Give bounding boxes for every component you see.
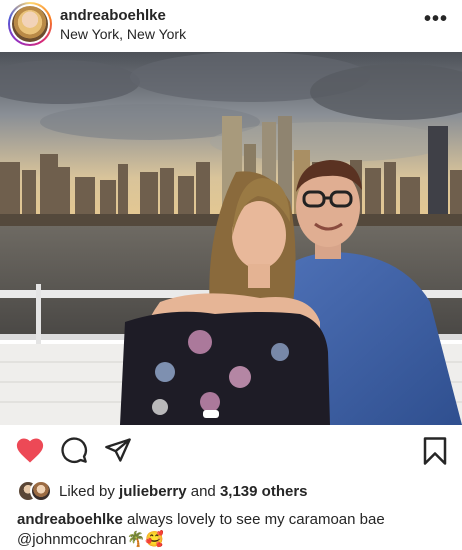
post-photo[interactable] [0,52,462,425]
likes-and: and [190,482,216,500]
bookmark-icon[interactable] [422,436,448,466]
likes-others-link[interactable]: 3,139 others [220,483,308,500]
caption-emojis: 🌴🥰 [126,531,164,548]
share-icon[interactable] [104,436,132,464]
more-options-icon[interactable]: ••• [424,8,448,31]
post-caption: andreaboehlke always lovely to see my ca… [17,510,447,550]
caption-mention[interactable]: @johnmcochran [17,531,126,548]
photo-scene [0,52,462,425]
post-username[interactable]: andreaboehlke [60,7,166,24]
first-liker-link[interactable]: julieberry [119,483,187,500]
avatar-image [12,6,48,42]
post-header: andreaboehlke New York, New York ••• [0,0,462,50]
liker-avatar [30,480,52,502]
heart-icon[interactable] [15,436,45,464]
post-location[interactable]: New York, New York [60,26,186,42]
post-actions [0,436,462,472]
comment-icon[interactable] [60,436,88,464]
liker-avatars [17,480,53,502]
likes-prefix: Liked by [59,482,115,500]
caption-username[interactable]: andreaboehlke [17,511,123,528]
likes-summary[interactable]: Liked by julieberry and 3,139 others [17,480,308,502]
profile-avatar[interactable] [8,2,52,46]
avatar-border [10,4,50,44]
caption-text: always lovely to see my caramoan bae [127,511,385,528]
